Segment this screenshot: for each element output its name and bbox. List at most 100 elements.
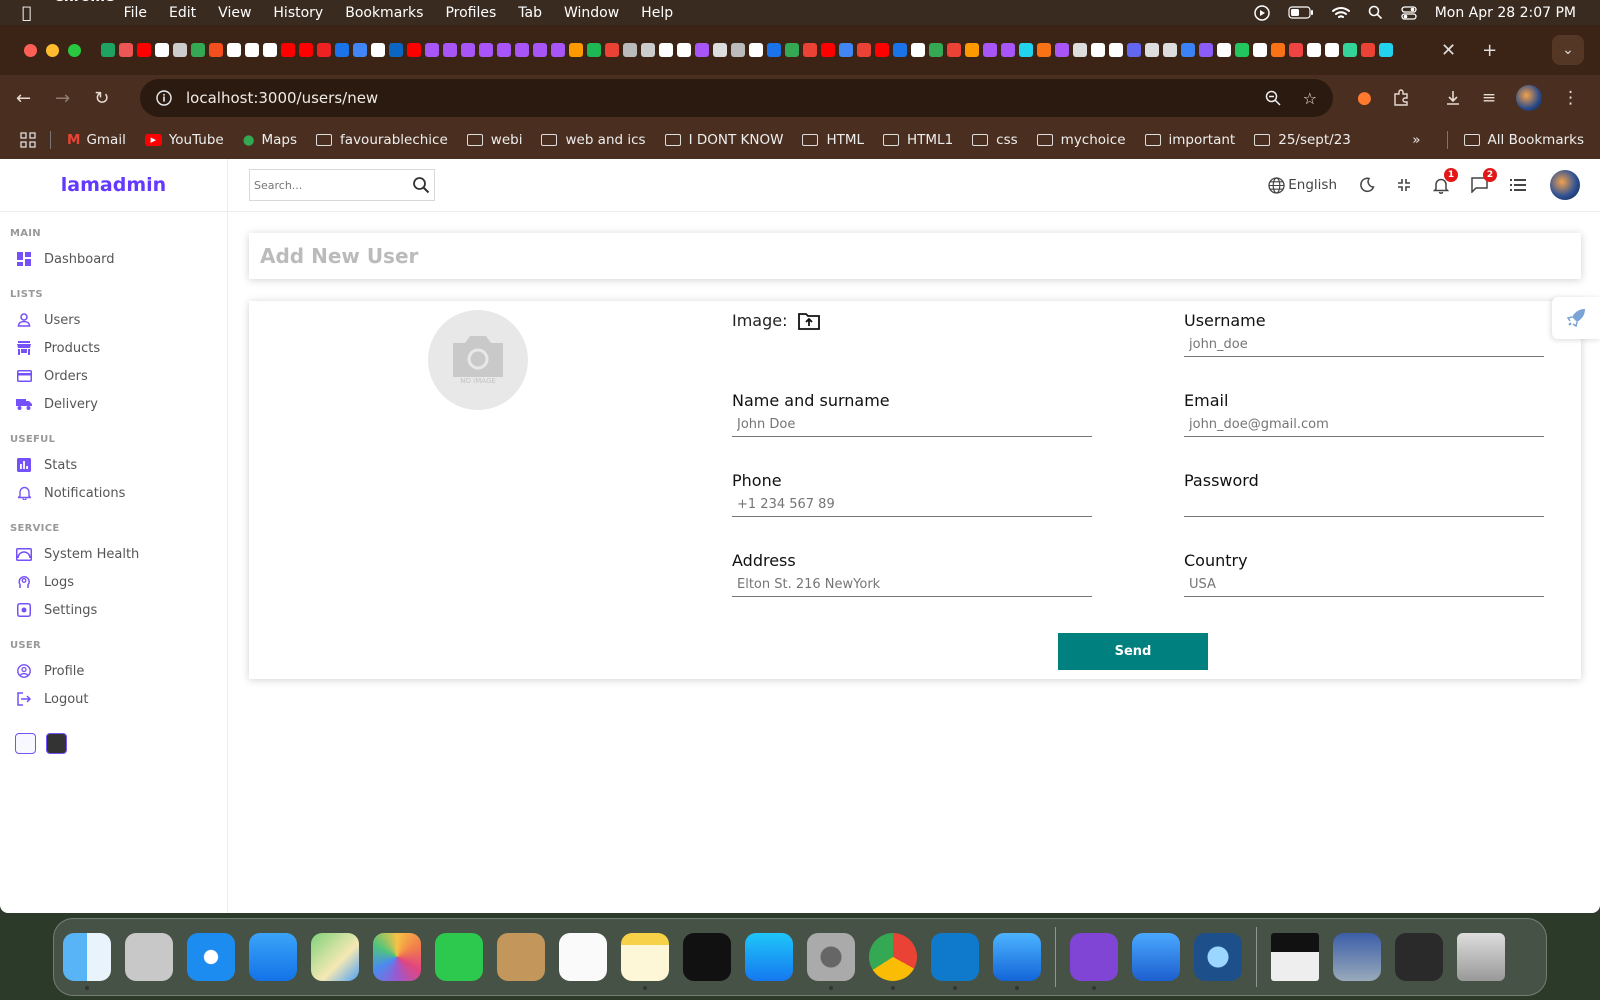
pinned-tab-favicon-icon[interactable] (929, 43, 943, 57)
pinned-tab-favicon-icon[interactable] (605, 43, 619, 57)
phone-input[interactable] (732, 493, 1092, 517)
menu-view[interactable]: View (218, 5, 251, 21)
pinned-tab-favicon-icon[interactable] (1181, 43, 1195, 57)
pinned-tab-favicon-icon[interactable] (983, 43, 997, 57)
pinned-tab-favicon-icon[interactable] (731, 43, 745, 57)
pinned-tab-favicon-icon[interactable] (1001, 43, 1015, 57)
bookmark-folder[interactable]: webi (466, 132, 522, 148)
pinned-tab-favicon-icon[interactable] (1271, 43, 1285, 57)
menubar-clock[interactable]: Mon Apr 28 2:07 PM (1435, 5, 1576, 21)
password-input[interactable] (1184, 493, 1544, 517)
bookmark-folder[interactable]: HTML1 (883, 132, 953, 148)
trash-icon[interactable] (1457, 933, 1505, 981)
pinned-tab-favicon-icon[interactable] (371, 43, 385, 57)
sidebar-item-logout[interactable]: Logout (0, 685, 227, 713)
pinned-tab-favicon-icon[interactable] (1253, 43, 1267, 57)
search-icon[interactable] (412, 176, 430, 194)
launchpad-icon[interactable] (125, 933, 173, 981)
system-settings-icon[interactable] (807, 933, 855, 990)
pinned-tab-favicon-icon[interactable] (1235, 43, 1249, 57)
profile-avatar[interactable] (1516, 85, 1543, 111)
contacts-icon[interactable] (497, 933, 545, 981)
pinned-tab-favicon-icon[interactable] (227, 43, 241, 57)
reminders-icon[interactable] (559, 933, 607, 981)
simulator-icon[interactable] (1132, 933, 1180, 981)
pinned-tab-favicon-icon[interactable] (317, 43, 331, 57)
menu-bookmarks[interactable]: Bookmarks (345, 5, 423, 21)
pinned-tab-favicon-icon[interactable] (1091, 43, 1105, 57)
pinned-tab-favicon-icon[interactable] (713, 43, 727, 57)
tab-search-icon[interactable]: ⌄ (1552, 35, 1584, 65)
more-bookmarks-icon[interactable]: » (1412, 132, 1420, 148)
extension-fox-icon[interactable]: ● (1357, 88, 1372, 108)
pinned-tab-favicon-icon[interactable] (659, 43, 673, 57)
pinned-tab-favicon-icon[interactable] (461, 43, 475, 57)
recent-window-thumbnail[interactable] (1271, 933, 1319, 981)
pinned-tab-favicon-icon[interactable] (497, 43, 511, 57)
bookmark-star-icon[interactable]: ☆ (1303, 89, 1317, 108)
bookmark-folder[interactable]: web and ics (541, 132, 646, 148)
fullscreen-exit-icon[interactable] (1397, 178, 1411, 192)
pinned-tab-favicon-icon[interactable] (947, 43, 961, 57)
pinned-tab-favicon-icon[interactable] (335, 43, 349, 57)
pinned-tab-favicon-icon[interactable] (767, 43, 781, 57)
menu-profiles[interactable]: Profiles (445, 5, 496, 21)
reload-icon[interactable]: ↻ (94, 88, 109, 109)
github-desktop-icon[interactable] (1070, 933, 1118, 990)
sidebar-item-notifications[interactable]: Notifications (0, 479, 227, 507)
pinned-tab-favicon-icon[interactable] (119, 43, 133, 57)
extensions-icon[interactable] (1392, 89, 1410, 107)
pinned-tab-favicon-icon[interactable] (1055, 43, 1069, 57)
bookmark-folder[interactable]: 25/sept/23 (1254, 132, 1351, 148)
xcode-icon[interactable] (993, 933, 1041, 990)
pinned-tab-favicon-icon[interactable] (173, 43, 187, 57)
pinned-tab-favicon-icon[interactable] (587, 43, 601, 57)
pinned-tab-favicon-icon[interactable] (569, 43, 583, 57)
pinned-tab-favicon-icon[interactable] (515, 43, 529, 57)
all-bookmarks-folder[interactable]: All Bookmarks (1463, 132, 1584, 148)
quicktime-icon[interactable] (1194, 933, 1242, 981)
menu-file[interactable]: File (124, 5, 147, 21)
safari-icon[interactable] (187, 933, 235, 981)
download-icon[interactable] (1444, 89, 1462, 107)
pinned-tab-favicon-icon[interactable] (1199, 43, 1213, 57)
pinned-tab-favicon-icon[interactable] (857, 43, 871, 57)
app-store-icon[interactable] (745, 933, 793, 981)
pinned-tab-favicon-icon[interactable] (1325, 43, 1339, 57)
send-button[interactable]: Send (1058, 633, 1208, 670)
pinned-tab-favicon-icon[interactable] (1019, 43, 1033, 57)
pinned-tab-favicon-icon[interactable] (1217, 43, 1231, 57)
notifications-bell-icon[interactable]: 1 (1433, 167, 1458, 194)
bookmark-youtube[interactable]: ▶ YouTube (144, 132, 224, 148)
chrome-icon[interactable] (869, 933, 917, 990)
media-control-icon[interactable]: ≡ (1482, 88, 1496, 108)
pinned-tab-favicon-icon[interactable] (965, 43, 979, 57)
menu-history[interactable]: History (273, 5, 323, 21)
pinned-tab-favicon-icon[interactable] (695, 43, 709, 57)
bookmark-folder[interactable]: important (1144, 132, 1235, 148)
pinned-tab-favicon-icon[interactable] (677, 43, 691, 57)
language-selector[interactable]: English (1268, 176, 1337, 194)
notes-icon[interactable] (621, 933, 669, 990)
battery-icon[interactable] (1288, 6, 1314, 19)
country-input[interactable] (1184, 573, 1544, 597)
pinned-tab-favicon-icon[interactable] (1163, 43, 1177, 57)
pinned-tab-favicon-icon[interactable] (479, 43, 493, 57)
pinned-tab-favicon-icon[interactable] (443, 43, 457, 57)
zoom-window-button[interactable] (68, 43, 81, 57)
pinned-tab-favicon-icon[interactable] (839, 43, 853, 57)
name-input[interactable] (732, 413, 1092, 437)
bookmark-folder[interactable]: I DONT KNOW (664, 132, 783, 148)
pinned-tab-favicon-icon[interactable] (191, 43, 205, 57)
minimize-window-button[interactable] (46, 43, 59, 57)
sidebar-item-settings[interactable]: Settings (0, 596, 227, 624)
pinned-tab-favicon-icon[interactable] (749, 43, 763, 57)
facetime-icon[interactable] (435, 933, 483, 981)
pinned-tab-favicon-icon[interactable] (1073, 43, 1087, 57)
sidebar-item-users[interactable]: Users (0, 306, 227, 334)
bookmark-folder[interactable]: favourablechice (316, 132, 448, 148)
dark-mode-icon[interactable] (1359, 177, 1375, 193)
light-theme-swatch[interactable] (15, 733, 36, 754)
pinned-tab-favicon-icon[interactable] (1361, 43, 1375, 57)
new-tab-icon[interactable]: + (1482, 40, 1497, 61)
